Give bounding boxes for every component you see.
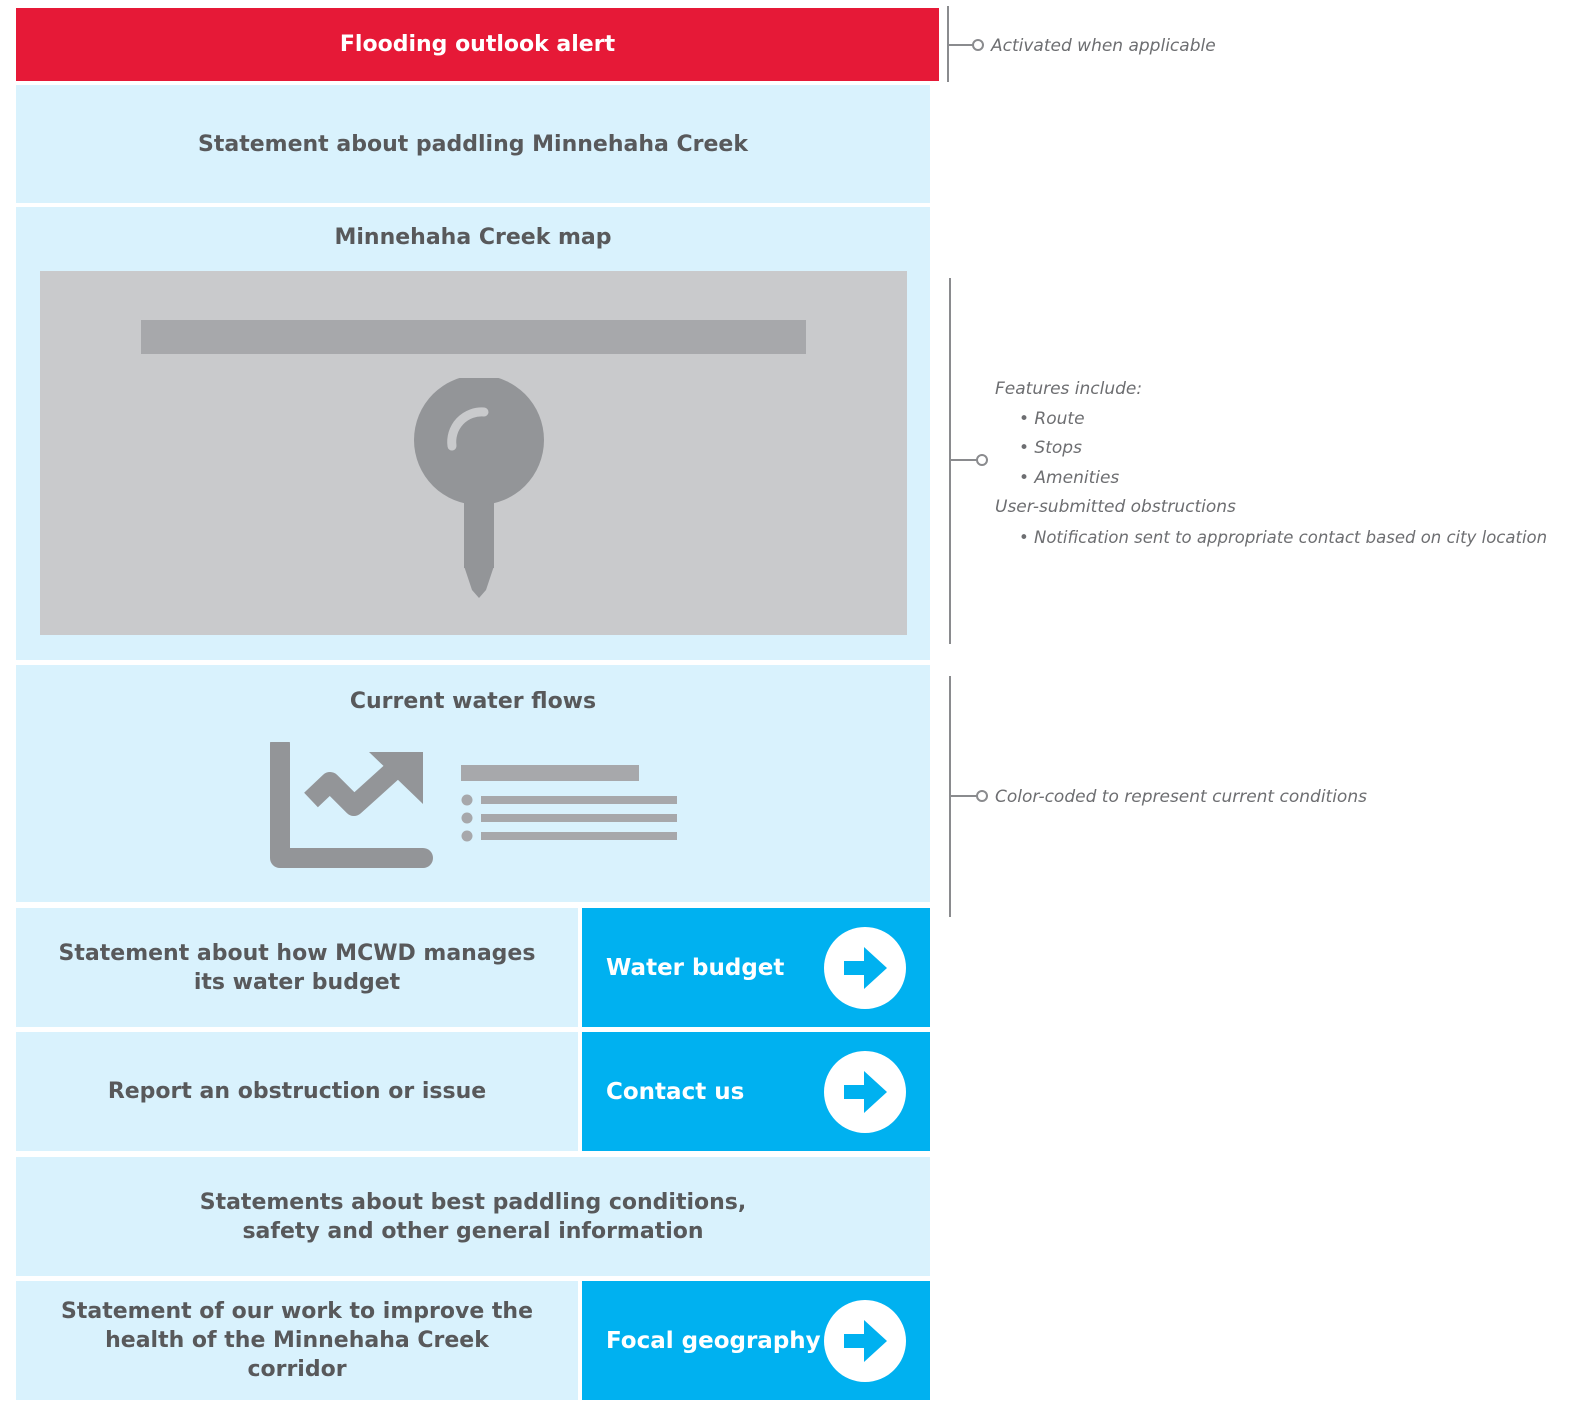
intro-statement-panel: Statement about paddling Minnehaha Creek [16,85,930,203]
corridor-work-statement: Statement of our work to improve the hea… [60,1299,534,1382]
flows-annotation-connector [949,790,988,802]
report-issue-panel: Report an obstruction or issue [16,1032,578,1151]
map-section: Minnehaha Creek map [16,207,930,660]
trend-chart-icon [270,742,677,868]
alert-annotation: Activated when applicable [991,36,1216,56]
map-annotation-subheading: User-submitted obstructions [995,497,1236,517]
map-annotation: Features include: • Route • Stops • Amen… [995,375,1547,552]
intro-statement: Statement about paddling Minnehaha Creek [198,131,748,157]
arrow-right-icon [824,926,906,1009]
water-budget-button[interactable]: Water budget [582,908,930,1027]
map-annotation-heading: Features include: [995,379,1143,399]
map-annotation-item-amenities: • Amenities [1019,467,1120,488]
focal-geography-button[interactable]: Focal geography [582,1281,930,1400]
flooding-alert-banner: Flooding outlook alert [16,8,939,81]
water-flows-section: Current water flows [16,665,930,902]
map-annotation-subitem: • Notification sent to appropriate conta… [1019,527,1548,547]
water-budget-statement-panel: Statement about how MCWD manages its wat… [16,908,578,1027]
alert-label: Flooding outlook alert [339,32,616,57]
corridor-work-panel: Statement of our work to improve the hea… [16,1281,578,1400]
report-issue-statement: Report an obstruction or issue [107,1079,487,1104]
map-section-title: Minnehaha Creek map [334,225,612,250]
alert-annotation-connector [947,39,984,51]
map-annotation-item-stops: • Stops [1019,438,1082,458]
map-search-bar-placeholder [141,320,806,354]
arrow-right-icon [824,1050,906,1133]
map-annotation-item-route: • Route [1019,408,1085,429]
water-flows-title: Current water flows [349,689,597,714]
arrow-right-icon [824,1299,906,1382]
general-info-panel: Statements about best paddling condition… [16,1157,930,1276]
map-placeholder[interactable] [40,271,907,635]
water-budget-statement: Statement about how MCWD manages its wat… [58,940,536,995]
map-pin-icon [414,378,544,598]
general-info-statement: Statements about best paddling condition… [199,1189,747,1244]
contact-us-button[interactable]: Contact us [582,1032,930,1151]
map-annotation-connector [949,454,988,466]
flows-annotation: Color-coded to represent current conditi… [995,787,1367,807]
